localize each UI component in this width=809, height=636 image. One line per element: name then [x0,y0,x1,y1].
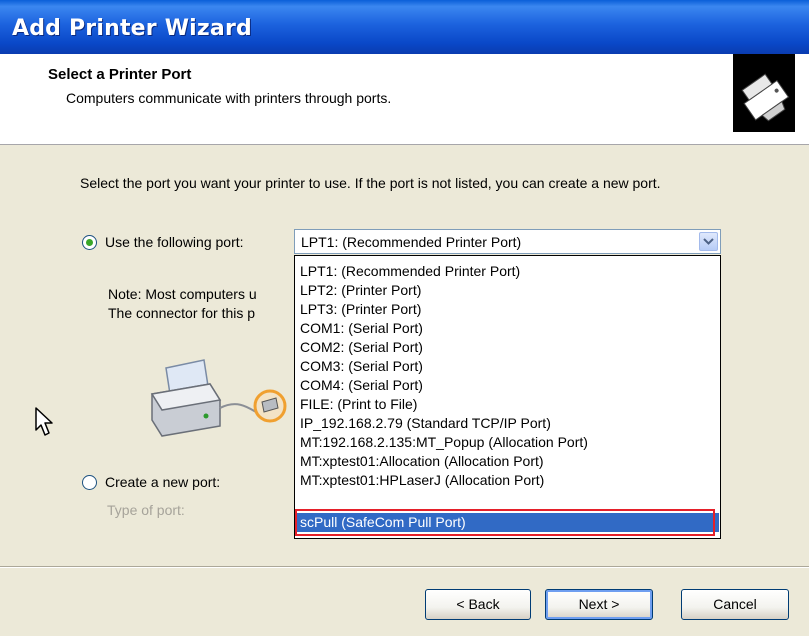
mouse-cursor-icon [34,406,56,443]
wizard-header: Select a Printer Port Computers communic… [0,54,809,145]
port-option[interactable]: COM1: (Serial Port) [296,319,719,338]
page-subtitle: Computers communicate with printers thro… [66,90,392,106]
port-option[interactable]: MT:xptest01:Allocation (Allocation Port) [296,452,719,471]
port-select[interactable]: LPT1: (Recommended Printer Port) [294,229,721,254]
port-option[interactable]: LPT3: (Printer Port) [296,300,719,319]
port-select-value: LPT1: (Recommended Printer Port) [301,234,522,250]
type-of-port-label: Type of port: [107,502,185,518]
highlight-box [295,509,715,536]
page-title: Select a Printer Port [48,66,192,83]
cancel-button[interactable]: Cancel [681,589,789,620]
note-line-1: Note: Most computers u [108,286,257,302]
use-port-radio[interactable] [82,235,97,250]
printer-port-illustration [146,350,296,455]
port-option[interactable]: COM2: (Serial Port) [296,338,719,357]
port-option[interactable]: FILE: (Print to File) [296,395,719,414]
title-bar[interactable]: Add Printer Wizard [0,0,809,54]
next-button[interactable]: Next > [545,589,653,620]
create-port-radio[interactable] [82,475,97,490]
window-title: Add Printer Wizard [12,16,252,41]
note-line-2: The connector for this p [108,305,256,321]
chevron-down-icon[interactable] [699,232,718,251]
use-port-label: Use the following port: [105,234,244,250]
instructions-text: Select the port you want your printer to… [80,175,661,191]
port-option[interactable]: LPT1: (Recommended Printer Port) [296,262,719,281]
port-option[interactable]: COM4: (Serial Port) [296,376,719,395]
port-option[interactable]: COM3: (Serial Port) [296,357,719,376]
divider [0,566,809,568]
add-printer-wizard-window: Add Printer Wizard Select a Printer Port… [0,0,809,636]
port-option[interactable]: LPT2: (Printer Port) [296,281,719,300]
port-option[interactable]: MT:xptest01:HPLaserJ (Allocation Port) [296,471,719,490]
port-option[interactable]: MT:192.168.2.135:MT_Popup (Allocation Po… [296,433,719,452]
printer-wizard-icon [733,54,795,132]
port-dropdown-list[interactable]: LPT1: (Recommended Printer Port) LPT2: (… [294,255,721,539]
create-port-label: Create a new port: [105,474,221,490]
back-button[interactable]: < Back [425,589,531,620]
note-text: Note: Most computers u The connector for… [108,285,308,323]
port-option[interactable]: IP_192.168.2.79 (Standard TCP/IP Port) [296,414,719,433]
